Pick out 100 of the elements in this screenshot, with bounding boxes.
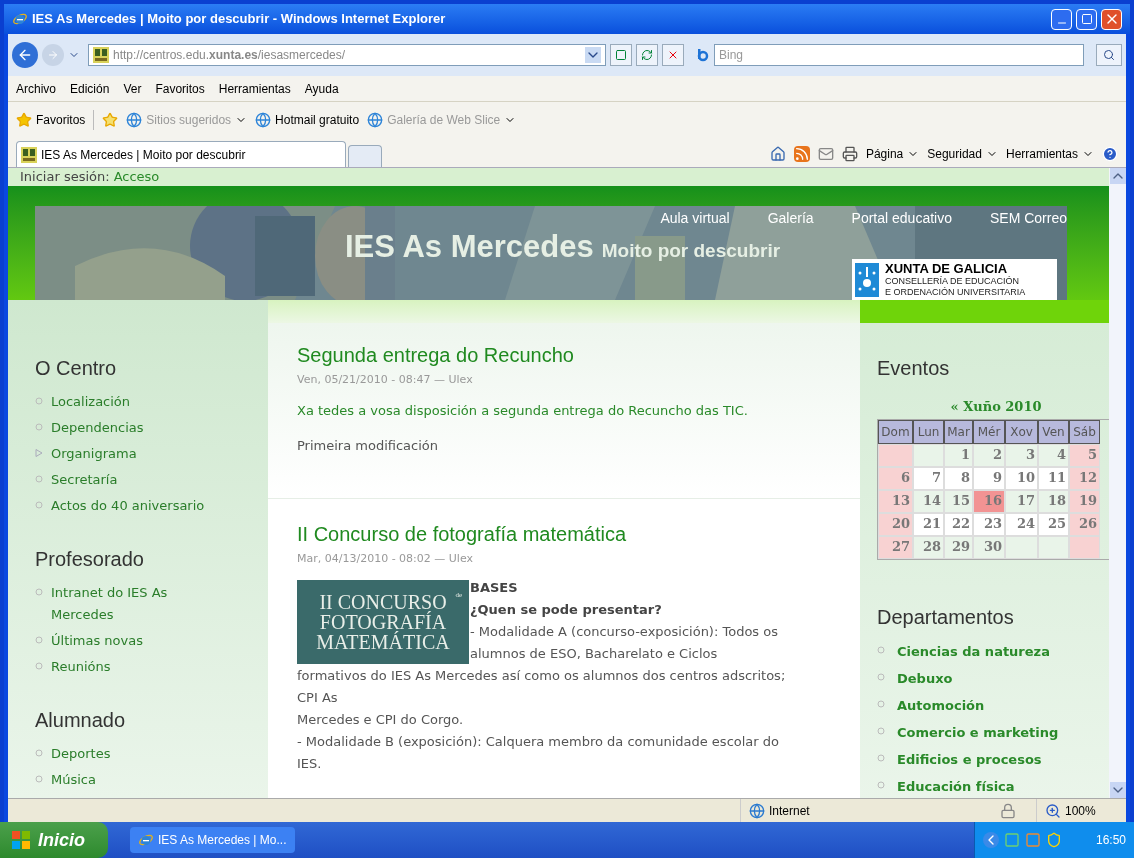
start-button[interactable]: Inicio (0, 822, 108, 858)
bullet-icon (35, 662, 43, 670)
article-title[interactable]: Segunda entrega do Recuncho (297, 340, 831, 370)
department-link[interactable]: Debuxo (897, 666, 953, 690)
mail-icon[interactable] (817, 146, 834, 162)
search-provider-icon (696, 48, 710, 62)
star-icon (16, 112, 32, 128)
sidebar-link[interactable]: Reunións (51, 656, 111, 678)
calendar-day[interactable]: 1 (944, 443, 973, 467)
calendar-day[interactable]: 18 (1038, 489, 1069, 513)
browser-tab[interactable]: IES As Mercedes | Moito por descubrir (16, 141, 346, 167)
scroll-down-icon[interactable] (1109, 782, 1126, 798)
calendar-day[interactable]: 27 (878, 535, 913, 559)
sidebar-link[interactable]: Localización (51, 391, 131, 413)
calendar-day[interactable]: 9 (973, 466, 1005, 490)
weekday-header: Lun (913, 419, 944, 444)
calendar-day[interactable]: 12 (1069, 466, 1100, 490)
calendar-day[interactable]: 6 (878, 466, 913, 490)
scrollbar[interactable] (1109, 168, 1126, 798)
sidebar-link[interactable]: Intranet do IES As Mercedes (51, 582, 225, 626)
calendar-day[interactable]: 4 (1038, 443, 1069, 467)
search-field[interactable]: Bing (714, 44, 1084, 66)
calendar-day[interactable]: 2 (973, 443, 1005, 467)
calendar-day[interactable]: 11 (1038, 466, 1069, 490)
calendar-day[interactable]: 21 (913, 512, 944, 536)
calendar-day[interactable]: 24 (1005, 512, 1038, 536)
command-button[interactable]: Herramientas (1005, 145, 1094, 163)
sidebar-link[interactable]: Dependencias (51, 417, 144, 439)
weekday-header: Xov (1005, 419, 1038, 444)
department-link[interactable]: Educación física (897, 774, 1015, 798)
sidebar-link[interactable]: Deportes (51, 743, 111, 765)
calendar-day[interactable]: 5 (1069, 443, 1100, 467)
calendar-day[interactable]: 29 (944, 535, 973, 559)
dropdown-icon[interactable] (585, 47, 601, 63)
command-button[interactable]: Página (865, 145, 920, 163)
back-button[interactable] (12, 42, 38, 68)
department-link[interactable]: Edificios e procesos (897, 747, 1042, 771)
sidebar-link[interactable]: Organigrama (51, 443, 137, 465)
calendar-day[interactable]: 17 (1005, 489, 1038, 513)
login-link[interactable]: Acceso (113, 168, 160, 187)
menu-item[interactable]: Herramientas (218, 79, 291, 98)
department-link[interactable]: Ciencias da natureza (897, 639, 1050, 663)
menu-item[interactable]: Edición (70, 79, 110, 98)
nav-link[interactable]: SEM Correo (989, 208, 1067, 229)
article-text: - Modalidade B (exposición): Calquera membro da comunidade escolar do (297, 732, 779, 751)
sidebar-link[interactable]: Actos do 40 aniversario (51, 495, 205, 517)
menu-item[interactable]: Ayuda (304, 79, 339, 98)
address-field[interactable]: http://centros.edu.xunta.es/iesasmercedes/ (88, 44, 606, 66)
calendar-day[interactable]: 25 (1038, 512, 1069, 536)
compatibility-button[interactable] (610, 44, 632, 66)
nav-link[interactable]: Galería (767, 208, 814, 229)
sidebar-link[interactable]: Últimas novas (51, 630, 143, 652)
globe-icon (749, 802, 765, 819)
help-icon[interactable] (1102, 146, 1118, 162)
zoom-icon (1045, 802, 1061, 819)
nav-link[interactable]: Aula virtual (660, 208, 730, 229)
close-button[interactable] (1101, 8, 1122, 30)
calendar-day[interactable]: 19 (1069, 489, 1100, 513)
feed-icon[interactable] (793, 146, 810, 162)
department-link[interactable]: Automoción (897, 693, 985, 717)
department-link[interactable]: Comercio e marketing (897, 720, 1059, 744)
minimize-button[interactable] (1051, 8, 1072, 30)
taskbar-task[interactable]: IES As Mercedes | Mo... (130, 827, 295, 853)
shield-icon[interactable] (1046, 832, 1062, 848)
expand-tray-icon[interactable] (983, 832, 999, 848)
calendar-day[interactable]: 30 (973, 535, 1005, 559)
menu-item[interactable]: Ver (123, 79, 142, 98)
favorites-link[interactable]: Hotmail gratuito (255, 111, 360, 129)
menu-item[interactable]: Favoritos (155, 79, 205, 98)
scroll-up-icon[interactable] (1109, 168, 1126, 184)
calendar-day[interactable]: 15 (944, 489, 973, 513)
calendar-day[interactable]: 23 (973, 512, 1005, 536)
protected-mode-icon[interactable] (1000, 802, 1016, 819)
search-icon (1103, 49, 1115, 61)
command-button[interactable]: Seguridad (927, 145, 998, 163)
search-button[interactable] (1096, 44, 1122, 66)
calendar-day[interactable]: 3 (1005, 443, 1038, 467)
print-icon[interactable] (841, 146, 858, 162)
refresh-button[interactable] (636, 44, 658, 66)
sidebar-link[interactable]: Secretaría (51, 469, 118, 491)
stop-button[interactable] (662, 44, 684, 66)
calendar-day[interactable]: 22 (944, 512, 973, 536)
calendar-month[interactable]: « Xuño 2010 (877, 397, 1109, 417)
new-tab-button[interactable] (348, 145, 382, 167)
maximize-button[interactable] (1076, 8, 1097, 30)
calendar-day[interactable]: 8 (944, 466, 973, 490)
sidebar-link[interactable]: Música (51, 769, 96, 791)
article-text: formativos do IES As Mercedes así como os alumnos dos centros adscritos; (297, 666, 786, 685)
calendar-day[interactable]: 26 (1069, 512, 1100, 536)
article-title[interactable]: II Concurso de fotografía matemática (297, 519, 831, 549)
menu-item[interactable]: Archivo (16, 79, 56, 98)
calendar-day[interactable]: 7 (913, 466, 944, 490)
nav-link[interactable]: Portal educativo (851, 208, 952, 229)
calendar-day[interactable]: 20 (878, 512, 913, 536)
home-icon[interactable] (769, 146, 786, 162)
favorites-button[interactable]: Favoritos (16, 111, 86, 129)
calendar-day[interactable]: 10 (1005, 466, 1038, 490)
calendar-day[interactable]: 14 (913, 489, 944, 513)
calendar-day[interactable]: 28 (913, 535, 944, 559)
calendar-day[interactable]: 13 (878, 489, 913, 513)
